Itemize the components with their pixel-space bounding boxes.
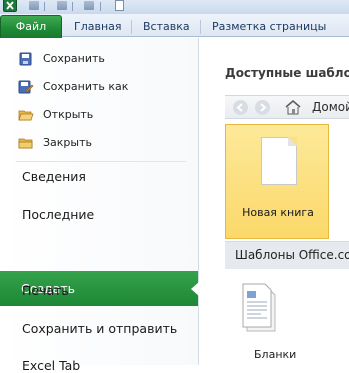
blank-document-icon xyxy=(261,137,297,185)
office-templates-label: Шаблоны Office.com xyxy=(235,248,349,262)
forward-arrow-icon[interactable] xyxy=(255,100,270,115)
save-label: Сохранить xyxy=(43,52,105,65)
breadcrumb-home[interactable]: Домой xyxy=(312,100,349,114)
forms-label: Бланки xyxy=(254,348,297,361)
tab-home[interactable]: Главная xyxy=(74,18,122,37)
nav-info[interactable]: Сведения xyxy=(22,169,86,184)
new-workbook-label: Новая книга xyxy=(242,206,314,219)
undo-qat-icon[interactable] xyxy=(57,1,67,10)
tab-insert[interactable]: Вставка xyxy=(143,18,190,37)
tab-file[interactable]: Файл xyxy=(0,15,62,38)
nav-save-send[interactable]: Сохранить и отправить xyxy=(22,321,177,336)
save-as-label: Сохранить как xyxy=(43,80,129,93)
nav-recent[interactable]: Последние xyxy=(22,207,94,222)
office-templates-header: Шаблоны Office.com xyxy=(225,241,349,269)
tab-divider xyxy=(200,20,201,34)
templates-pane: Доступные шаблоны Домой Новая книга Шабл… xyxy=(200,38,349,365)
pane-title: Доступные шаблоны xyxy=(225,66,349,80)
backstage-nav: Сохранить Сохранить как Открыть Закрыть … xyxy=(0,38,199,373)
nav-divider xyxy=(16,161,186,162)
close-label: Закрыть xyxy=(43,136,92,149)
new-workbook-tile[interactable]: Новая книга xyxy=(225,124,329,239)
tab-divider xyxy=(131,20,132,34)
excel-app-icon[interactable] xyxy=(3,0,17,12)
close-folder-icon xyxy=(18,136,34,150)
breadcrumb-bar: Домой xyxy=(225,95,349,119)
save-qat-icon[interactable] xyxy=(29,1,39,10)
back-arrow-icon[interactable] xyxy=(233,100,248,115)
qat-divider xyxy=(100,2,101,11)
nav-print[interactable]: Печать xyxy=(22,283,69,298)
save-as-icon xyxy=(18,80,34,94)
qat-divider xyxy=(44,2,45,11)
open-label: Открыть xyxy=(43,108,94,121)
home-icon[interactable] xyxy=(285,100,301,115)
title-bar xyxy=(0,0,349,14)
open-folder-icon xyxy=(18,108,34,122)
qat-divider xyxy=(72,2,73,11)
forms-icon[interactable] xyxy=(239,281,279,333)
tab-page-layout[interactable]: Разметка страницы xyxy=(212,18,326,37)
save-icon xyxy=(18,52,34,66)
redo-qat-icon[interactable] xyxy=(84,1,94,10)
ribbon-tab-bar: Файл Главная Вставка Разметка страницы xyxy=(0,14,349,38)
new-document-qat-icon[interactable] xyxy=(115,0,124,11)
nav-excel-tab[interactable]: Excel Tab xyxy=(22,358,80,373)
